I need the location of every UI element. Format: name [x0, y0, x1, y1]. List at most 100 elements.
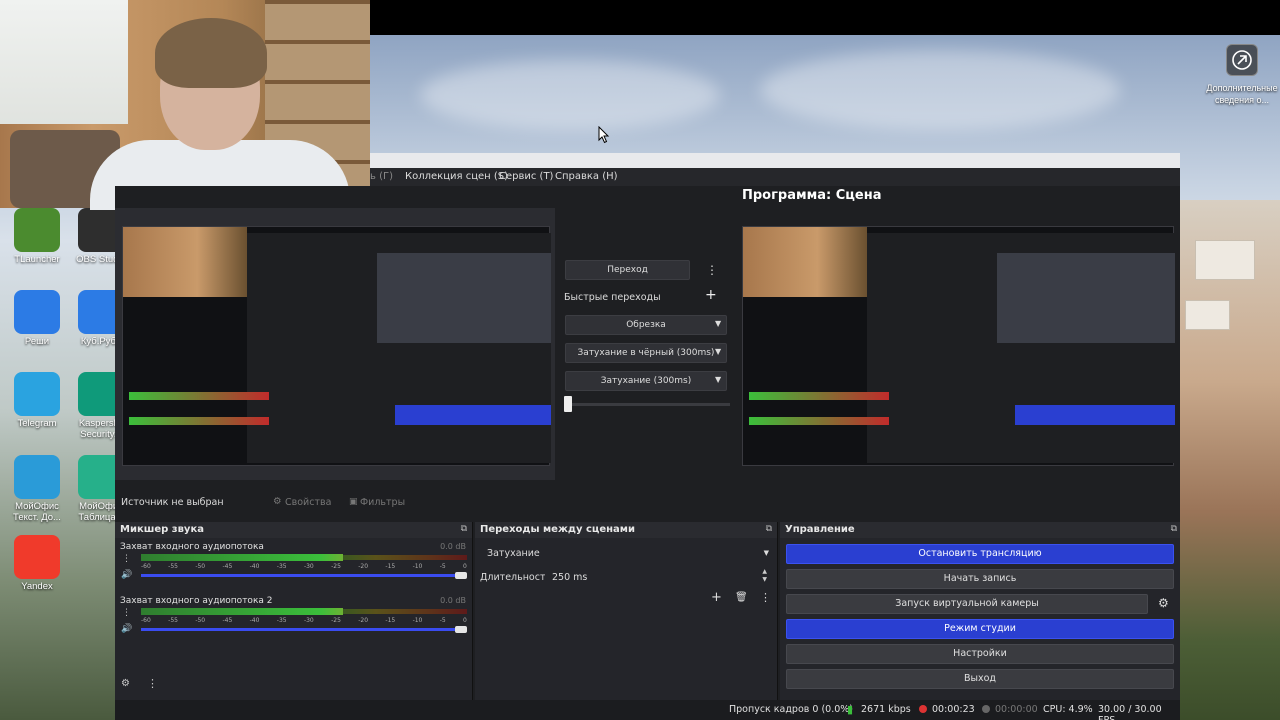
channel-menu-icon[interactable]: ⋮: [122, 554, 131, 564]
meter-scale: -60 -55 -50 -45 -40 -35 -30 -25 -20 -15 -10 -5 0: [141, 563, 467, 570]
no-source-label: Источник не выбран: [121, 497, 224, 508]
mini-meter: [749, 417, 889, 425]
scene-transitions-header: Переходы между сценами: [475, 522, 777, 538]
transition-options-icon[interactable]: ⋮: [760, 591, 771, 604]
desktop-icon-label: TLauncher: [14, 254, 60, 265]
rec-dot-icon: [982, 705, 990, 716]
volume-slider-handle[interactable]: [455, 572, 467, 579]
corner-widget-label: Дополнительные сведения о...: [1206, 83, 1278, 105]
filters-icon: ▣: [349, 497, 358, 507]
signal-icon: ▮: [847, 703, 854, 716]
transition-menu-icon[interactable]: ⋮: [706, 263, 718, 277]
mini-program: [377, 253, 551, 343]
menu-scene-collection[interactable]: Коллекция сцен (S): [405, 171, 508, 182]
controls-dock: Управление ⧉ Остановить трансляцию Начат…: [780, 522, 1180, 700]
desktop-icon[interactable]: [14, 208, 60, 252]
chevron-down-icon[interactable]: ▼: [715, 319, 721, 328]
fps: 30.00 / 30.00 FPS: [1098, 704, 1162, 720]
speaker-icon[interactable]: 🔊: [121, 570, 132, 580]
speaker-icon[interactable]: 🔊: [121, 624, 132, 634]
webcam-overlay: [0, 0, 370, 210]
chevron-down-icon: ▼: [763, 549, 769, 557]
desktop-icon[interactable]: [14, 372, 60, 416]
gear-icon[interactable]: ⚙: [1158, 596, 1169, 610]
wallpaper-house: [1185, 300, 1230, 330]
webcam-window: [0, 0, 128, 124]
mixer-header: Микшер звука: [115, 522, 472, 538]
mixer-channel-name: Захват входного аудиопотока: [120, 542, 264, 552]
controls-header: Управление: [780, 522, 1180, 538]
start-recording-button[interactable]: Начать запись: [786, 569, 1174, 589]
mini-meter: [129, 417, 269, 425]
desktop-icon[interactable]: [14, 290, 60, 334]
program-image[interactable]: [742, 226, 1175, 466]
gear-icon: ⚙: [273, 496, 282, 507]
menu-view[interactable]: ь (Г): [370, 171, 393, 182]
mixer-channel-db: 0.0 dB: [440, 542, 466, 551]
status-bar: Пропуск кадров 0 (0.0%) ▮ 2671 kbps 00:0…: [115, 700, 1180, 720]
duration-field[interactable]: 250 ms ▲ ▼: [545, 568, 773, 586]
tbar-handle[interactable]: [564, 396, 572, 412]
duration-label: Длительность: [480, 572, 552, 583]
exit-button[interactable]: Выход: [786, 669, 1174, 689]
virtual-camera-button[interactable]: Запуск виртуальной камеры: [786, 594, 1148, 614]
stepper-icon[interactable]: ▲ ▼: [762, 568, 767, 584]
quick-transition-item[interactable]: Затухание в чёрный (300ms): [565, 343, 727, 363]
preview-image[interactable]: [122, 226, 551, 466]
program-panel: Программа: Сцена: [737, 186, 1180, 480]
menu-tools[interactable]: Сервис (T): [499, 171, 553, 182]
studio-mode-button[interactable]: Режим студии: [786, 619, 1174, 639]
menu-help[interactable]: Справка (H): [555, 171, 618, 182]
undock-icon[interactable]: ⧉: [1171, 524, 1177, 534]
desktop-icon-label: МойОфис Текст. До...: [13, 501, 61, 523]
quick-transitions-label: Быстрые переходы: [564, 292, 661, 303]
tbar-track: [565, 403, 730, 406]
volume-slider-handle[interactable]: [455, 626, 467, 633]
chevron-down-icon[interactable]: ▼: [715, 375, 721, 384]
desktop-icon-label: Реши: [24, 336, 50, 347]
volume-meter-level: [141, 554, 343, 561]
audio-mixer-dock: Микшер звука ⧉ Захват входного аудиопото…: [115, 522, 473, 700]
add-transition-icon[interactable]: +: [711, 590, 722, 605]
add-quick-transition-icon[interactable]: +: [705, 287, 717, 303]
quick-transition-item[interactable]: Обрезка: [565, 315, 727, 335]
desktop-icon-label: Telegram: [17, 418, 57, 429]
mouse-cursor-icon: [598, 126, 610, 144]
undock-icon[interactable]: ⧉: [461, 524, 467, 534]
rec-time: 00:00:00: [995, 704, 1038, 715]
gear-icon[interactable]: ⚙: [121, 678, 130, 689]
undock-icon[interactable]: ⧉: [766, 524, 772, 534]
filters-button[interactable]: Фильтры: [360, 497, 405, 508]
scene-transitions-dock: Переходы между сценами ⧉ Затухание ▼ Дли…: [475, 522, 778, 700]
mini-blue: [1015, 405, 1175, 425]
chevron-down-icon[interactable]: ▼: [715, 347, 721, 356]
bitrate: 2671 kbps: [861, 704, 911, 715]
preview-panel: [115, 208, 555, 480]
desktop-icon[interactable]: [14, 535, 60, 579]
stop-streaming-button[interactable]: Остановить трансляцию: [786, 544, 1174, 564]
mini-webcam: [743, 227, 867, 297]
channel-menu-icon[interactable]: ⋮: [122, 608, 131, 618]
volume-slider[interactable]: [141, 574, 467, 577]
transition-button[interactable]: Переход: [565, 260, 690, 280]
cpu-usage: CPU: 4.9%: [1043, 704, 1093, 715]
wallpaper-cloud: [760, 50, 1120, 130]
settings-button[interactable]: Настройки: [786, 644, 1174, 664]
volume-slider[interactable]: [141, 628, 467, 631]
webcam-person-hair: [155, 18, 267, 88]
mini-meter: [129, 392, 269, 400]
desktop-icon[interactable]: [14, 455, 60, 499]
program-title: Программа: Сцена: [742, 188, 882, 203]
settings-icon[interactable]: [1226, 44, 1258, 76]
source-toolbar: Источник не выбран ⚙ Свойства ▣ Фильтры: [115, 492, 1180, 514]
quick-transition-item[interactable]: Затухание (300ms): [565, 371, 727, 391]
wallpaper-cloud: [420, 60, 720, 130]
transition-select[interactable]: Затухание ▼: [481, 546, 773, 562]
mixer-menu-icon[interactable]: ⋮: [147, 677, 158, 690]
properties-button[interactable]: Свойства: [285, 497, 331, 508]
dropped-frames: Пропуск кадров 0 (0.0%): [729, 704, 854, 715]
trash-icon[interactable]: 🗑: [735, 592, 748, 603]
obs-titlebar[interactable]: [370, 153, 1180, 168]
studio-transitions: Переход ⋮ Быстрые переходы + Обрезка ▼ З…: [555, 208, 737, 480]
meter-scale: -60 -55 -50 -45 -40 -35 -30 -25 -20 -15 -10 -5 0: [141, 617, 467, 624]
